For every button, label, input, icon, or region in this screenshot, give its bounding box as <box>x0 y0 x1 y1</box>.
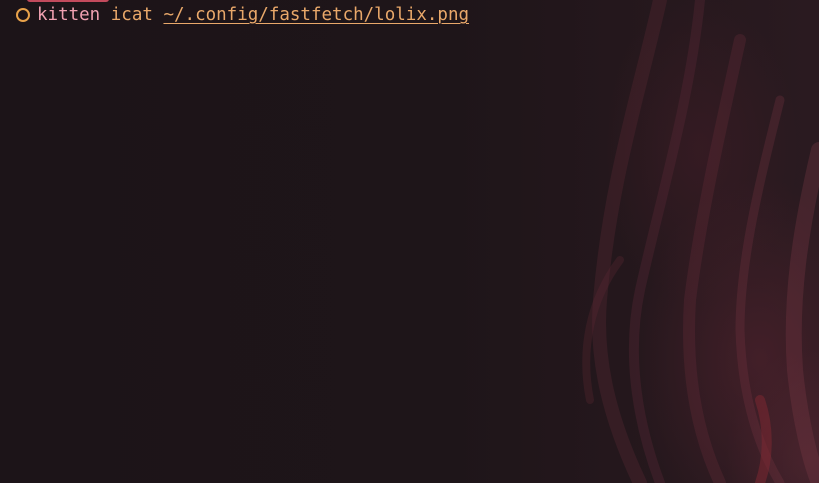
command-name: kitten <box>37 5 101 25</box>
circle-status-icon <box>16 8 30 22</box>
terminal-window[interactable]: kitten icat ~/.config/fastfetch/lolix.pn… <box>0 0 819 483</box>
command-argument: icat <box>110 5 153 25</box>
file-path-link[interactable]: ~/.config/fastfetch/lolix.png <box>163 5 469 25</box>
wallpaper-background <box>582 0 819 483</box>
command-line[interactable]: kitten icat ~/.config/fastfetch/lolix.pn… <box>16 4 469 26</box>
tab-accent-bar <box>27 0 109 2</box>
